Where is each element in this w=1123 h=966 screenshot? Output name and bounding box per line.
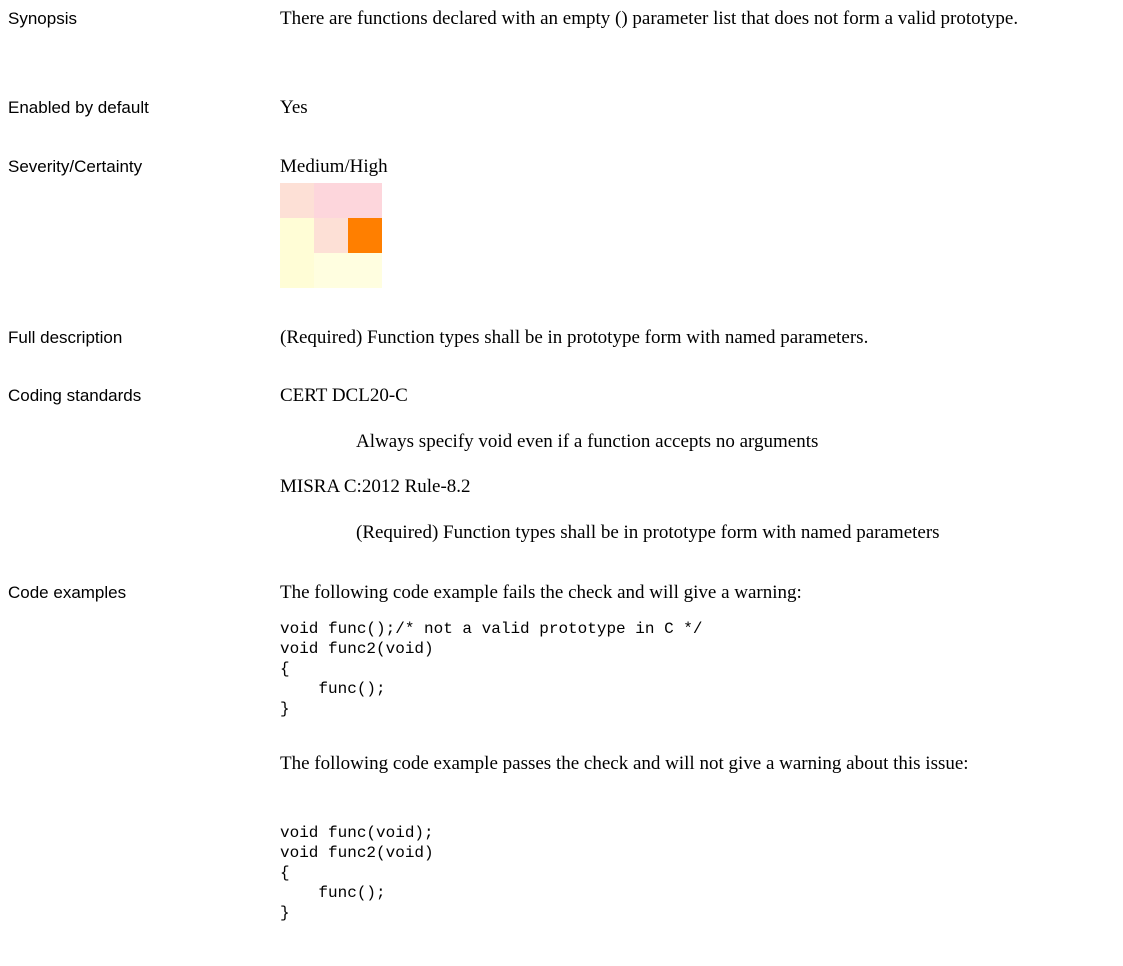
full-description-text: (Required) Function types shall be in pr… <box>280 327 869 348</box>
grid-cell <box>314 183 348 218</box>
grid-cell <box>280 183 314 218</box>
pass-example-intro: The following code example passes the ch… <box>280 753 969 774</box>
grid-cell <box>314 253 348 288</box>
standard-name: MISRA C:2012 Rule-8.2 <box>280 476 471 497</box>
enabled-label: Enabled by default <box>8 98 149 117</box>
severity-certainty-grid <box>280 183 382 288</box>
standard-description: (Required) Function types shall be in pr… <box>356 522 940 543</box>
grid-cell <box>314 218 348 253</box>
grid-cell-highlight <box>348 218 382 253</box>
grid-cell <box>348 253 382 288</box>
synopsis-label: Synopsis <box>8 9 77 28</box>
fail-code-block: void func();/* not a valid prototype in … <box>280 620 703 718</box>
standard-name: CERT DCL20-C <box>280 385 408 406</box>
coding-standards-label: Coding standards <box>8 386 142 405</box>
grid-cell <box>280 253 314 288</box>
grid-cell <box>348 183 382 218</box>
full-description-label: Full description <box>8 328 123 347</box>
severity-value: Medium/High <box>280 156 388 177</box>
pass-code-block: void func(void); void func2(void) { func… <box>280 824 434 922</box>
standard-description: Always specify void even if a function a… <box>356 431 819 452</box>
severity-label: Severity/Certainty <box>8 157 143 176</box>
code-examples-label: Code examples <box>8 583 127 602</box>
grid-cell <box>280 218 314 253</box>
fail-example-intro: The following code example fails the che… <box>280 582 802 603</box>
synopsis-text: There are functions declared with an emp… <box>280 8 1019 29</box>
enabled-value: Yes <box>280 97 308 118</box>
